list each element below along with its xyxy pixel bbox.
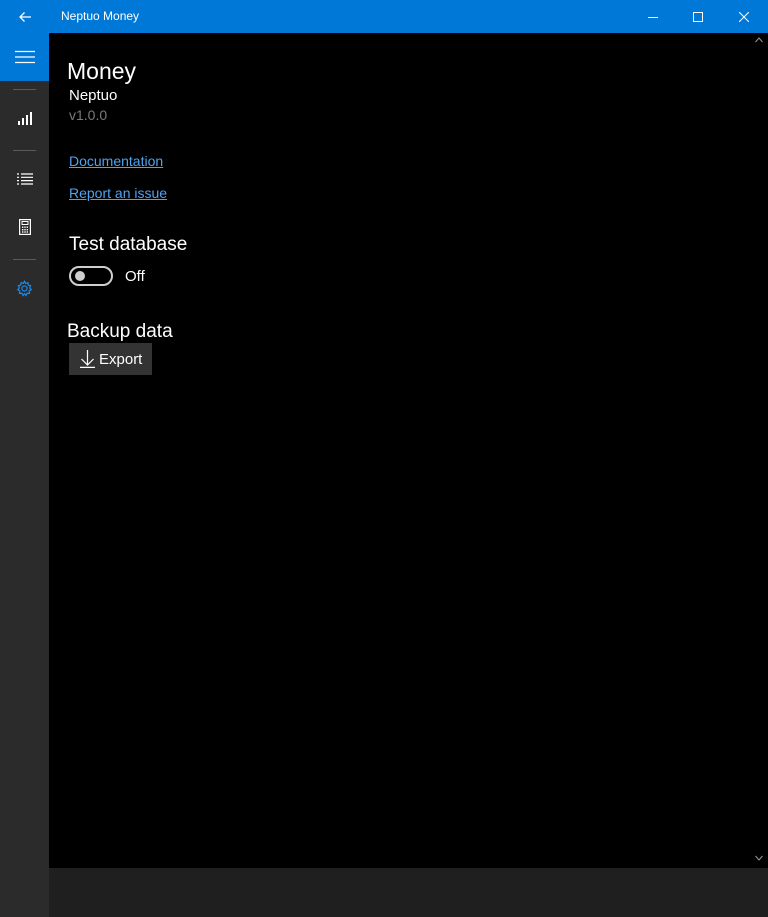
app-version: v1.0.0 [69,107,108,123]
scroll-up-icon[interactable] [755,37,763,43]
test-database-toggle[interactable] [69,266,113,286]
report-issue-link[interactable]: Report an issue [69,185,167,201]
settings-page: Money Neptuo v1.0.0 Documentation Report… [49,33,751,868]
test-database-heading: Test database [69,234,188,255]
nav-item-calculator[interactable] [0,207,49,247]
back-arrow-icon [18,11,31,22]
company-name: Neptuo [69,87,118,104]
window-title: Neptuo Money [61,9,140,23]
app-window: Neptuo Money Money Neptuo v1.0.0 Documen… [0,0,768,917]
hamburger-icon [14,50,35,64]
bar-chart-icon [17,112,32,125]
download-icon [80,350,95,368]
maximize-icon [693,11,703,22]
maximize-button[interactable] [675,0,721,33]
close-button[interactable] [721,0,767,33]
back-button[interactable] [0,0,49,33]
list-icon [16,173,33,185]
navigation-pane [0,33,49,917]
export-button[interactable]: Export [69,343,152,375]
footer-area [49,868,768,917]
toggle-knob [75,271,85,281]
menu-button[interactable] [0,33,49,81]
scroll-down-icon[interactable] [755,855,763,861]
nav-separator [13,150,36,151]
gear-icon [16,279,33,297]
minimize-icon [648,16,658,18]
backup-data-heading: Backup data [67,321,173,342]
nav-item-overview[interactable] [0,98,49,138]
export-label: Export [99,350,143,368]
nav-separator [13,89,36,90]
nav-item-list[interactable] [0,159,49,199]
minimize-button[interactable] [630,0,676,33]
toggle-state-label: Off [125,268,145,285]
documentation-link[interactable]: Documentation [69,153,163,169]
app-name: Money [67,58,137,84]
calculator-icon [18,219,31,235]
nav-separator [13,259,36,260]
close-icon [739,11,749,22]
title-bar: Neptuo Money [0,0,768,33]
nav-item-settings[interactable] [0,268,49,308]
vertical-scrollbar[interactable] [751,33,768,868]
